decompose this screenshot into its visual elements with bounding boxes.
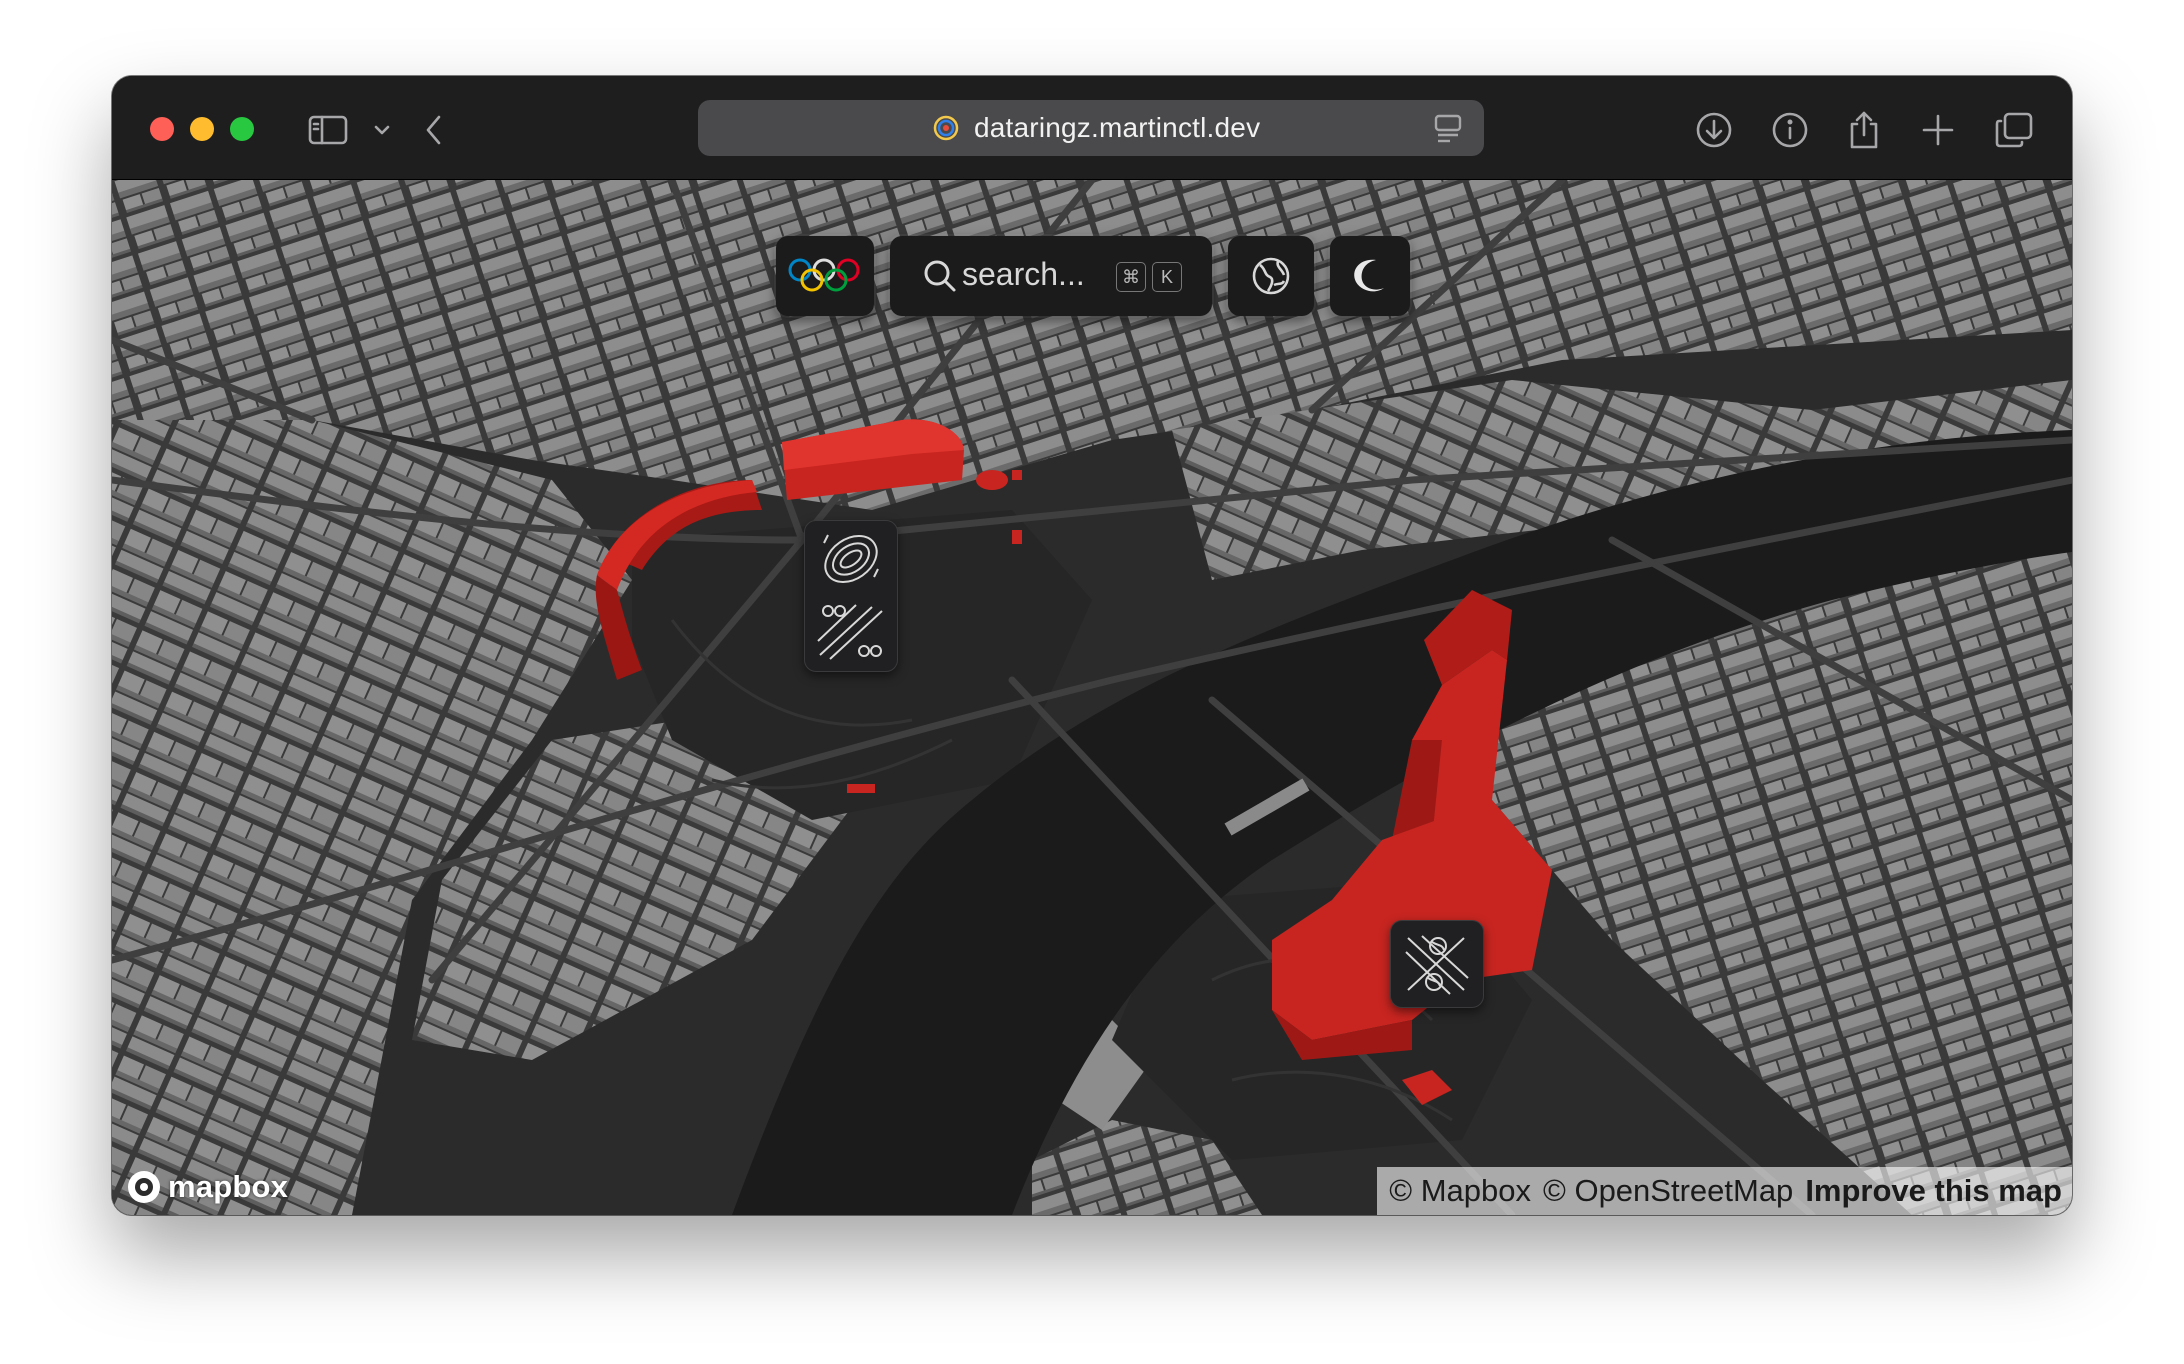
reader-icon[interactable]	[1434, 114, 1462, 144]
improve-map-link[interactable]: Improve this map	[1805, 1173, 2062, 1209]
athletics-track-icon	[823, 534, 879, 583]
map-attribution: © Mapbox © OpenStreetMap Improve this ma…	[1377, 1167, 2072, 1215]
chevron-down-icon[interactable]	[360, 108, 404, 152]
venue-marker-beach-volleyball[interactable]	[1390, 920, 1484, 1008]
moon-icon	[1354, 259, 1384, 292]
mapbox-icon	[128, 1171, 160, 1203]
share-icon[interactable]	[1842, 108, 1886, 152]
info-icon[interactable]	[1768, 108, 1812, 152]
mapbox-wordmark: mapbox	[168, 1169, 289, 1204]
tabs-overview-icon[interactable]	[1992, 108, 2036, 152]
mapbox-attribution-link[interactable]: © Mapbox	[1389, 1173, 1531, 1209]
globe-icon	[1252, 257, 1290, 295]
dark-mode-toggle[interactable]	[1330, 236, 1410, 316]
maximize-window-button[interactable]	[230, 117, 254, 141]
back-icon[interactable]	[412, 108, 456, 152]
browser-window: dataringz.martinctl.dev search... ⌘ K ma…	[112, 76, 2072, 1215]
mapbox-logo[interactable]: mapbox	[126, 1169, 288, 1205]
venue-marker-athletics-cycling[interactable]	[804, 520, 898, 672]
sidebar-icon[interactable]	[306, 108, 350, 152]
beach-volleyball-icon	[1405, 935, 1469, 995]
search-box[interactable]: search... ⌘ K	[890, 236, 1212, 316]
url-text[interactable]: dataringz.martinctl.dev	[974, 112, 1260, 144]
cmd-key-hint: ⌘	[1116, 262, 1146, 292]
minimize-window-button[interactable]	[190, 117, 214, 141]
olympic-rings-icon	[788, 258, 860, 292]
cycling-track-icon	[817, 604, 883, 660]
osm-attribution-link[interactable]: © OpenStreetMap	[1543, 1173, 1793, 1209]
dataringz-rings-icon	[933, 115, 959, 141]
title-bar: dataringz.martinctl.dev	[112, 76, 2072, 180]
globe-button[interactable]	[1228, 236, 1314, 316]
k-key-hint: K	[1152, 262, 1182, 292]
search-icon	[924, 260, 956, 292]
3d-map-canvas[interactable]	[112, 180, 2072, 1215]
map-viewport[interactable]: search... ⌘ K mapbox © Mapbox © OpenStre…	[112, 180, 2072, 1215]
search-placeholder[interactable]: search...	[962, 256, 1085, 293]
close-window-button[interactable]	[150, 117, 174, 141]
download-icon[interactable]	[1692, 108, 1736, 152]
new-tab-icon[interactable]	[1916, 108, 1960, 152]
olympic-rings-logo-button[interactable]	[776, 236, 874, 316]
